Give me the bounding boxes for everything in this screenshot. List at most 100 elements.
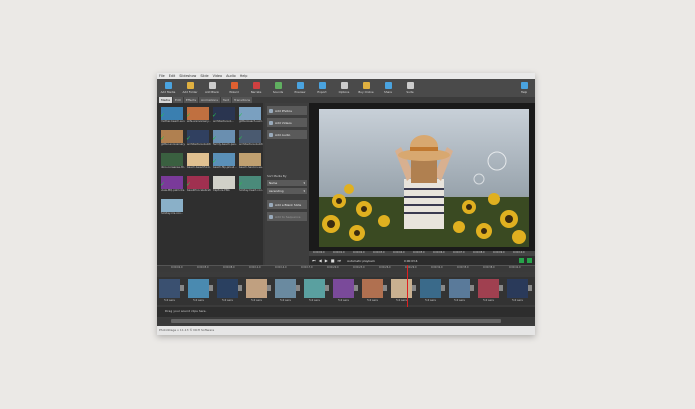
thumbnail-caption: holiday-iris-coo... (161, 212, 184, 215)
timeline-clip[interactable]: 5.0 secs (391, 279, 416, 304)
media-thumbnail[interactable]: ✓ view-MQ-palm-tre... (160, 176, 185, 193)
stop-icon[interactable]: ■ (331, 258, 335, 263)
transition-icon[interactable] (354, 285, 358, 291)
media-thumbnail[interactable]: dino-nonsense-tit... (161, 153, 185, 170)
media-thumbnail[interactable]: ✓ glitter-anniversary... (160, 130, 185, 147)
timeline-clip[interactable]: 5.0 secs (449, 279, 474, 304)
skip-back-icon[interactable]: ⏮ (312, 258, 316, 263)
sounds-button[interactable]: Sounds (267, 79, 289, 97)
timeline-scrollbar[interactable] (157, 318, 535, 324)
timeline-tick: 0:00:35.0 (457, 266, 469, 269)
media-thumbnail[interactable]: ✓ mother-beach-sun... (160, 107, 185, 124)
thumbnail-caption: architecture-buildi... (239, 143, 263, 146)
add-folder-button[interactable]: Add Folder (179, 79, 201, 97)
thumbnail-caption: architecture-b... (213, 120, 234, 123)
checkmark-icon: ✓ (160, 181, 166, 188)
skip-forward-icon[interactable]: ⏭ (338, 258, 342, 263)
transition-icon[interactable] (499, 285, 503, 291)
timeline-clip[interactable]: 5.0 secs (362, 279, 387, 304)
media-thumbnail[interactable]: holiday-iris-coo... (161, 199, 183, 216)
narrate-button[interactable]: Narrate (245, 79, 267, 97)
timeline-clip[interactable]: 5.0 secs (217, 279, 242, 304)
wizard-button[interactable]: Wizard (223, 79, 245, 97)
add-audio-button[interactable]: Add Audio (267, 130, 307, 139)
transition-icon[interactable] (325, 285, 329, 291)
media-thumbnail[interactable]: ✓ architecture-buildi... (238, 130, 263, 147)
checkmark-icon: ✓ (212, 158, 218, 165)
media-thumbnail[interactable]: beach-hand-in-sa... (239, 153, 263, 170)
transition-icon[interactable] (412, 285, 416, 291)
add-videos-button[interactable]: Add Videos (267, 118, 307, 127)
microphone-icon (252, 82, 260, 89)
sort-order-select[interactable]: Ascending ▾ (267, 188, 307, 194)
preview-button[interactable]: Preview (289, 79, 311, 97)
timeline-tick: 0:00:38.0 (483, 266, 495, 269)
sort-label: Sort Media By (267, 174, 287, 178)
transition-icon[interactable] (238, 285, 242, 291)
media-thumbnail[interactable]: ✓ wife-anniversary... (186, 107, 211, 124)
media-thumbnail[interactable]: beach-beautiful-b... (187, 153, 211, 170)
fullscreen-icon[interactable] (519, 258, 524, 263)
playhead[interactable] (407, 265, 408, 311)
scrollbar-thumb[interactable] (171, 319, 501, 323)
media-thumbnail[interactable]: ✓ beautiful-celebrati... (186, 176, 211, 193)
timeline-clip[interactable]: 5.0 secs (333, 279, 358, 304)
transition-icon[interactable] (209, 285, 213, 291)
timeline-clip[interactable]: 5.0 secs (188, 279, 213, 304)
buy-online-button[interactable]: Buy Online (355, 79, 377, 97)
media-thumbnail[interactable]: ✓ beach-flip-jali-sli... (212, 153, 237, 170)
clip-duration: 5.0 secs (164, 299, 175, 302)
add-blank-button[interactable]: Add Blank (201, 79, 223, 97)
timeline-tick: 0:00:23.0 (353, 266, 365, 269)
help-button[interactable]: Help (513, 79, 535, 97)
timeline-clip[interactable]: 5.0 secs (275, 279, 300, 304)
timeline-clip[interactable]: 5.0 secs (159, 279, 184, 304)
transition-icon[interactable] (267, 285, 271, 291)
options-button[interactable]: Options (333, 79, 355, 97)
timeline-tick: 0:00:17.0 (301, 266, 313, 269)
ruler-tick: 0:00:00.0 (313, 251, 325, 254)
transition-icon[interactable] (441, 285, 445, 291)
thumbnail-caption: beach-flip-jali-sli... (213, 166, 237, 169)
suite-button[interactable]: Suite (399, 79, 421, 97)
timeline-clip[interactable]: 5.0 secs (304, 279, 329, 304)
timeline-clip[interactable]: 5.0 secs (420, 279, 445, 304)
thumbnail-image (213, 176, 235, 189)
add-blank-slide-button[interactable]: Add a Blank Slide (267, 200, 307, 209)
media-thumbnail[interactable]: ✓ holiday-heart-coo... (238, 176, 263, 193)
automatic-playback-checkbox[interactable]: Automatic playback (347, 259, 375, 263)
clip-duration: 5.0 secs (280, 299, 291, 302)
timeline-clip[interactable]: 5.0 secs (246, 279, 271, 304)
timeline-clip[interactable]: 5.0 secs (478, 279, 503, 304)
thumbnail-caption: architecture-buildi... (187, 143, 211, 146)
media-thumbnail[interactable]: ✓ architecture-b... (212, 107, 235, 124)
transition-icon[interactable] (296, 285, 300, 291)
thumbnail-caption: wife-anniversary... (187, 120, 211, 123)
zoom-icon[interactable] (527, 258, 532, 263)
media-thumbnail[interactable]: Capture.PNG (213, 176, 235, 193)
media-thumbnail[interactable]: ✓ architecture-buildi... (186, 130, 211, 147)
media-thumbnail[interactable]: ✓ family-beach-peo... (212, 130, 237, 147)
clip-duration: 5.0 secs (396, 299, 407, 302)
chevron-down-icon: ▾ (303, 181, 305, 185)
add-photos-button[interactable]: Add Photos (267, 106, 307, 115)
transition-icon[interactable] (528, 285, 532, 291)
timeline-clip[interactable]: 5.0 secs (507, 279, 532, 304)
audio-track[interactable]: Drag your sound clips here. (157, 307, 535, 317)
transition-icon[interactable] (180, 285, 184, 291)
add-to-sequence-button[interactable]: Add to Sequence (267, 212, 307, 221)
checkmark-icon: ✓ (238, 181, 244, 188)
media-thumbnail[interactable]: ✓ glitter-beach-sum... (238, 107, 263, 124)
play-icon[interactable]: ▶ (325, 258, 328, 263)
photo-icon (269, 108, 273, 113)
clip-thumbnail (246, 279, 267, 298)
sort-by-select[interactable]: Name ▾ (267, 180, 307, 186)
transition-icon[interactable] (470, 285, 474, 291)
transition-icon[interactable] (383, 285, 387, 291)
clip-thumbnail (449, 279, 470, 298)
share-button[interactable]: Share (377, 79, 399, 97)
rewind-icon[interactable]: ◀ (319, 258, 322, 263)
clip-thumbnail (304, 279, 325, 298)
export-button[interactable]: Export (311, 79, 333, 97)
add-media-button[interactable]: Add Media (157, 79, 179, 97)
